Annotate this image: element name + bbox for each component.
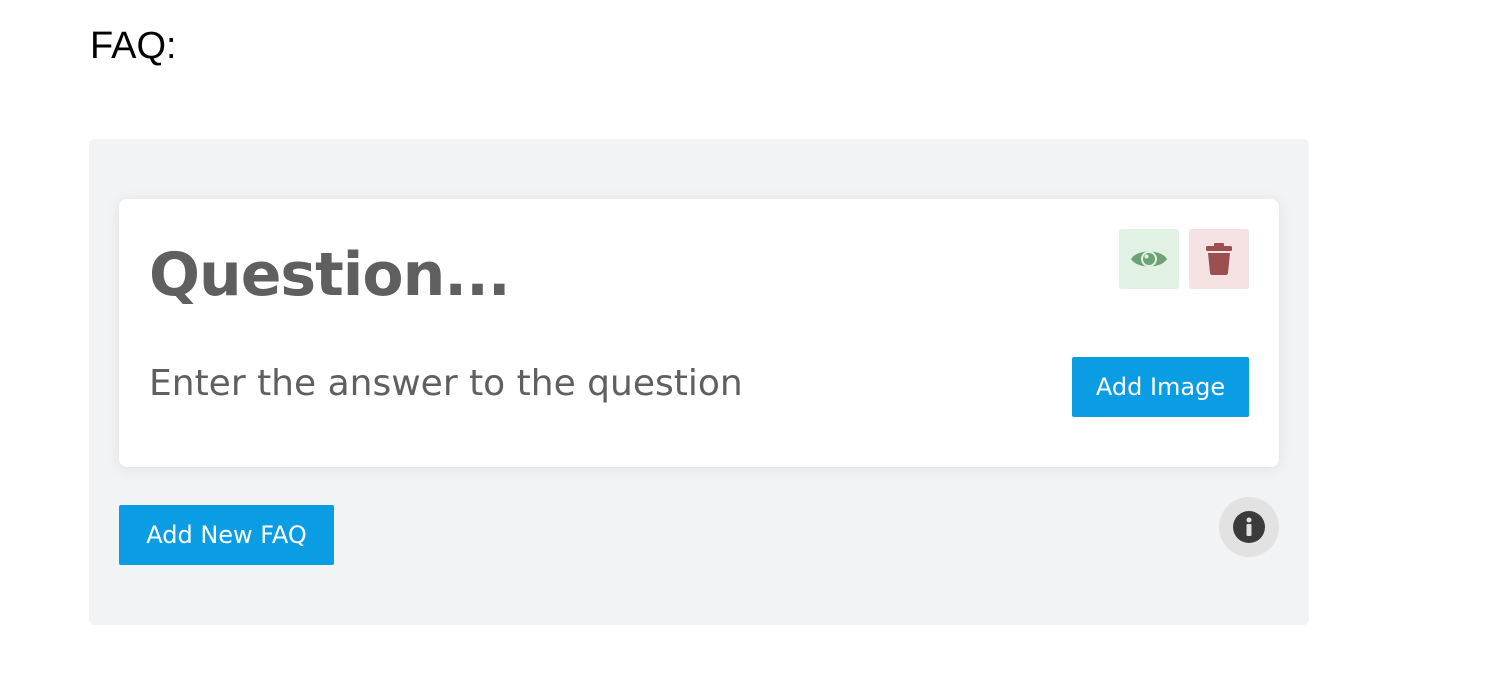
page-title: FAQ: (90, 25, 177, 67)
trash-icon (1206, 243, 1232, 275)
faq-item-card: Add Image (119, 199, 1279, 467)
delete-faq-button[interactable] (1189, 229, 1249, 289)
add-image-button[interactable]: Add Image (1072, 357, 1249, 417)
faq-panel: Add Image Add New FAQ (89, 139, 1309, 625)
add-new-faq-button[interactable]: Add New FAQ (119, 505, 334, 565)
info-icon (1233, 511, 1265, 543)
eye-icon (1131, 251, 1167, 267)
toggle-visibility-button[interactable] (1119, 229, 1179, 289)
answer-input[interactable] (149, 357, 1029, 409)
question-input[interactable] (149, 237, 1049, 313)
info-button[interactable] (1219, 497, 1279, 557)
